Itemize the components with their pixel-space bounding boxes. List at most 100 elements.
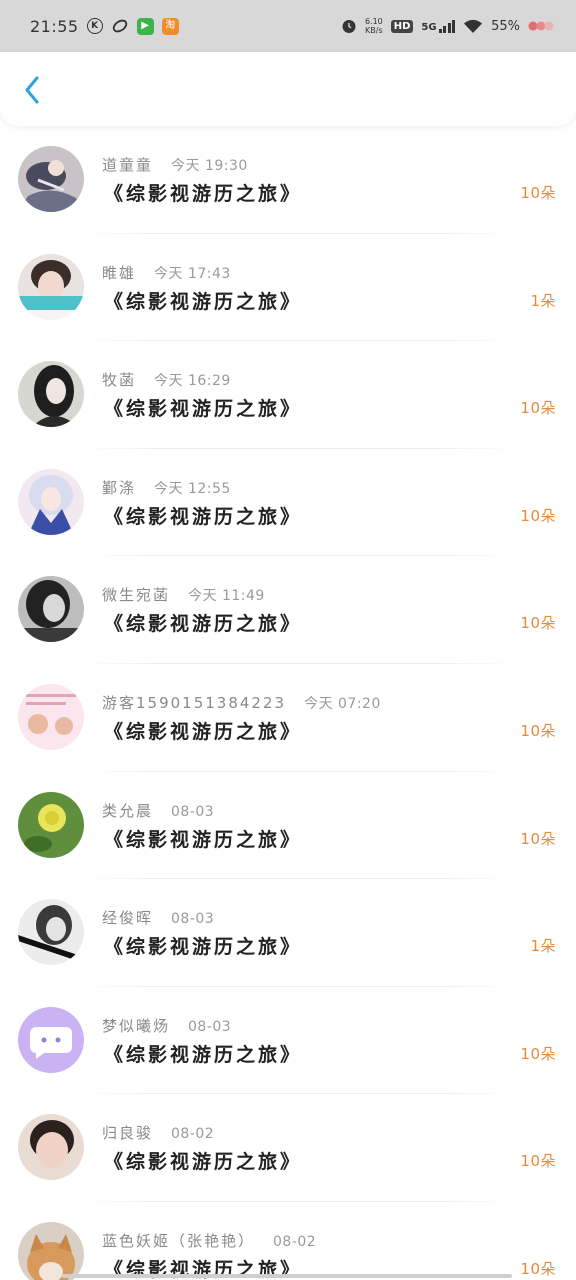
item-meta: 微生宛菡 今天 11:49 xyxy=(102,584,265,605)
book-title: 《综影视游历之旅》 xyxy=(104,183,303,205)
list-item[interactable]: 归良骏 08-02 《综影视游历之旅》 10朵 xyxy=(0,1094,576,1202)
user-name: 鄞涤 xyxy=(102,478,137,497)
item-meta: 游客1590151384223 今天 07:20 xyxy=(102,692,381,713)
item-meta: 睢雄 今天 17:43 xyxy=(102,262,231,283)
avatar xyxy=(18,253,84,320)
item-meta: 经俊晖 08-03 xyxy=(102,907,214,928)
gift-time: 今天 19:30 xyxy=(171,158,248,174)
item-meta: 牧菡 今天 16:29 xyxy=(102,369,231,390)
book-title: 《综影视游历之旅》 xyxy=(104,720,303,743)
gift-time: 08-02 xyxy=(273,1233,317,1250)
book-title: 《综影视游历之旅》 xyxy=(104,398,303,421)
gift-time: 08-03 xyxy=(171,911,215,928)
gift-list: 道童童 今天 19:30 《综影视游历之旅》 10朵 睢雄 今天 17:43 《… xyxy=(0,126,576,1280)
battery-percent: 55% xyxy=(491,18,520,34)
user-name: 梦似曦炀 xyxy=(102,1016,171,1035)
book-title: 《综影视游历之旅》 xyxy=(104,505,303,528)
video-app-icon: ▶ xyxy=(136,17,154,35)
avatar xyxy=(18,791,84,858)
item-meta: 蓝色妖姬（张艳艳） 08-02 xyxy=(102,1230,316,1251)
gift-amount: 10朵 xyxy=(520,506,556,525)
gift-time: 今天 12:55 xyxy=(154,480,231,497)
gift-amount: 10朵 xyxy=(520,184,556,202)
gift-amount: 10朵 xyxy=(520,1259,556,1278)
gift-amount: 10朵 xyxy=(520,614,556,633)
list-item[interactable]: 经俊晖 08-03 《综影视游历之旅》 1朵 xyxy=(0,879,576,987)
shop-app-icon: 淘 xyxy=(161,17,179,35)
network-type: 5G xyxy=(421,22,437,33)
wifi-icon xyxy=(463,19,483,34)
notification-icons xyxy=(528,20,554,32)
item-meta: 归良骏 08-02 xyxy=(102,1122,214,1143)
gift-amount: 10朵 xyxy=(520,399,556,418)
alarm-icon xyxy=(341,18,357,34)
book-title: 《综影视游历之旅》 xyxy=(104,936,303,959)
list-item[interactable]: 游客1590151384223 今天 07:20 《综影视游历之旅》 10朵 xyxy=(0,664,576,772)
avatar xyxy=(18,146,84,212)
gift-amount: 10朵 xyxy=(520,1044,556,1063)
scroll-indicator xyxy=(62,1274,512,1278)
book-title: 《综影视游历之旅》 xyxy=(104,1151,303,1174)
gift-amount: 10朵 xyxy=(520,1152,556,1171)
list-item[interactable]: 微生宛菡 今天 11:49 《综影视游历之旅》 10朵 xyxy=(0,556,576,664)
avatar xyxy=(18,683,84,750)
list-item[interactable]: 牧菡 今天 16:29 《综影视游历之旅》 10朵 xyxy=(0,341,576,449)
top-header xyxy=(0,52,576,126)
gift-time: 08-02 xyxy=(171,1126,215,1143)
avatar xyxy=(18,576,84,643)
list-item[interactable]: 鄞涤 今天 12:55 《综影视游历之旅》 10朵 xyxy=(0,449,576,557)
user-name: 蓝色妖姬（张艳艳） xyxy=(102,1231,256,1250)
net-speed-value: 6.10 xyxy=(364,17,383,26)
net-speed: 6.10 KB/s xyxy=(365,17,383,35)
status-right: 6.10 KB/s HD 5G 55% xyxy=(341,17,554,35)
gift-time: 今天 07:20 xyxy=(304,695,381,712)
user-name: 类允晨 xyxy=(102,801,154,820)
book-title: 《综影视游历之旅》 xyxy=(104,290,303,313)
user-name: 道童童 xyxy=(102,156,154,174)
gift-time: 08-03 xyxy=(171,803,215,820)
gift-time: 今天 16:29 xyxy=(154,373,231,390)
gift-time: 今天 11:49 xyxy=(188,588,265,605)
net-speed-unit: KB/s xyxy=(365,26,383,35)
k-app-icon: K xyxy=(86,18,103,34)
avatar xyxy=(18,468,84,535)
item-meta: 类允晨 08-03 xyxy=(102,800,214,821)
gift-time: 08-03 xyxy=(188,1018,232,1035)
chevron-left-icon xyxy=(25,76,39,104)
user-name: 微生宛菡 xyxy=(102,586,171,605)
list-item[interactable]: 道童童 今天 19:30 《综影视游历之旅》 10朵 xyxy=(0,126,576,234)
gift-amount: 1朵 xyxy=(530,291,556,310)
avatar xyxy=(18,1006,84,1073)
hd-icon: HD xyxy=(390,19,414,33)
avatar xyxy=(18,1114,84,1181)
user-name: 睢雄 xyxy=(102,263,137,282)
gift-amount: 10朵 xyxy=(520,721,556,740)
signal-bars-icon xyxy=(438,19,456,33)
item-meta: 鄞涤 今天 12:55 xyxy=(102,477,231,498)
status-bar: 21:55 K ▶ 淘 6.10 KB/s HD 5G 55% xyxy=(0,0,576,52)
cellular-signal: 5G xyxy=(421,19,456,33)
user-name: 经俊晖 xyxy=(102,909,154,928)
gift-time: 今天 17:43 xyxy=(154,265,231,282)
user-name: 游客1590151384223 xyxy=(102,693,287,712)
status-time: 21:55 xyxy=(30,16,79,36)
list-item[interactable]: 蓝色妖姬（张艳艳） 08-02 《综影视游历之旅》 10朵 xyxy=(0,1202,576,1280)
book-title: 《综影视游历之旅》 xyxy=(104,1043,303,1066)
user-name: 归良骏 xyxy=(102,1124,154,1143)
list-item[interactable]: 类允晨 08-03 《综影视游历之旅》 10朵 xyxy=(0,772,576,880)
avatar xyxy=(18,1221,84,1280)
gift-amount: 10朵 xyxy=(520,829,556,848)
status-left: 21:55 K ▶ 淘 xyxy=(30,17,179,36)
book-title: 《综影视游历之旅》 xyxy=(104,828,303,851)
item-meta: 道童童 今天 19:30 xyxy=(102,154,248,175)
avatar xyxy=(18,361,84,428)
link-app-icon xyxy=(111,18,129,34)
back-button[interactable] xyxy=(16,74,48,106)
book-title: 《综影视游历之旅》 xyxy=(104,613,303,636)
item-meta: 梦似曦炀 08-03 xyxy=(102,1015,231,1036)
gift-amount: 1朵 xyxy=(530,937,556,956)
user-name: 牧菡 xyxy=(102,371,137,390)
list-item[interactable]: 梦似曦炀 08-03 《综影视游历之旅》 10朵 xyxy=(0,987,576,1095)
list-item[interactable]: 睢雄 今天 17:43 《综影视游历之旅》 1朵 xyxy=(0,234,576,342)
avatar xyxy=(18,899,84,966)
